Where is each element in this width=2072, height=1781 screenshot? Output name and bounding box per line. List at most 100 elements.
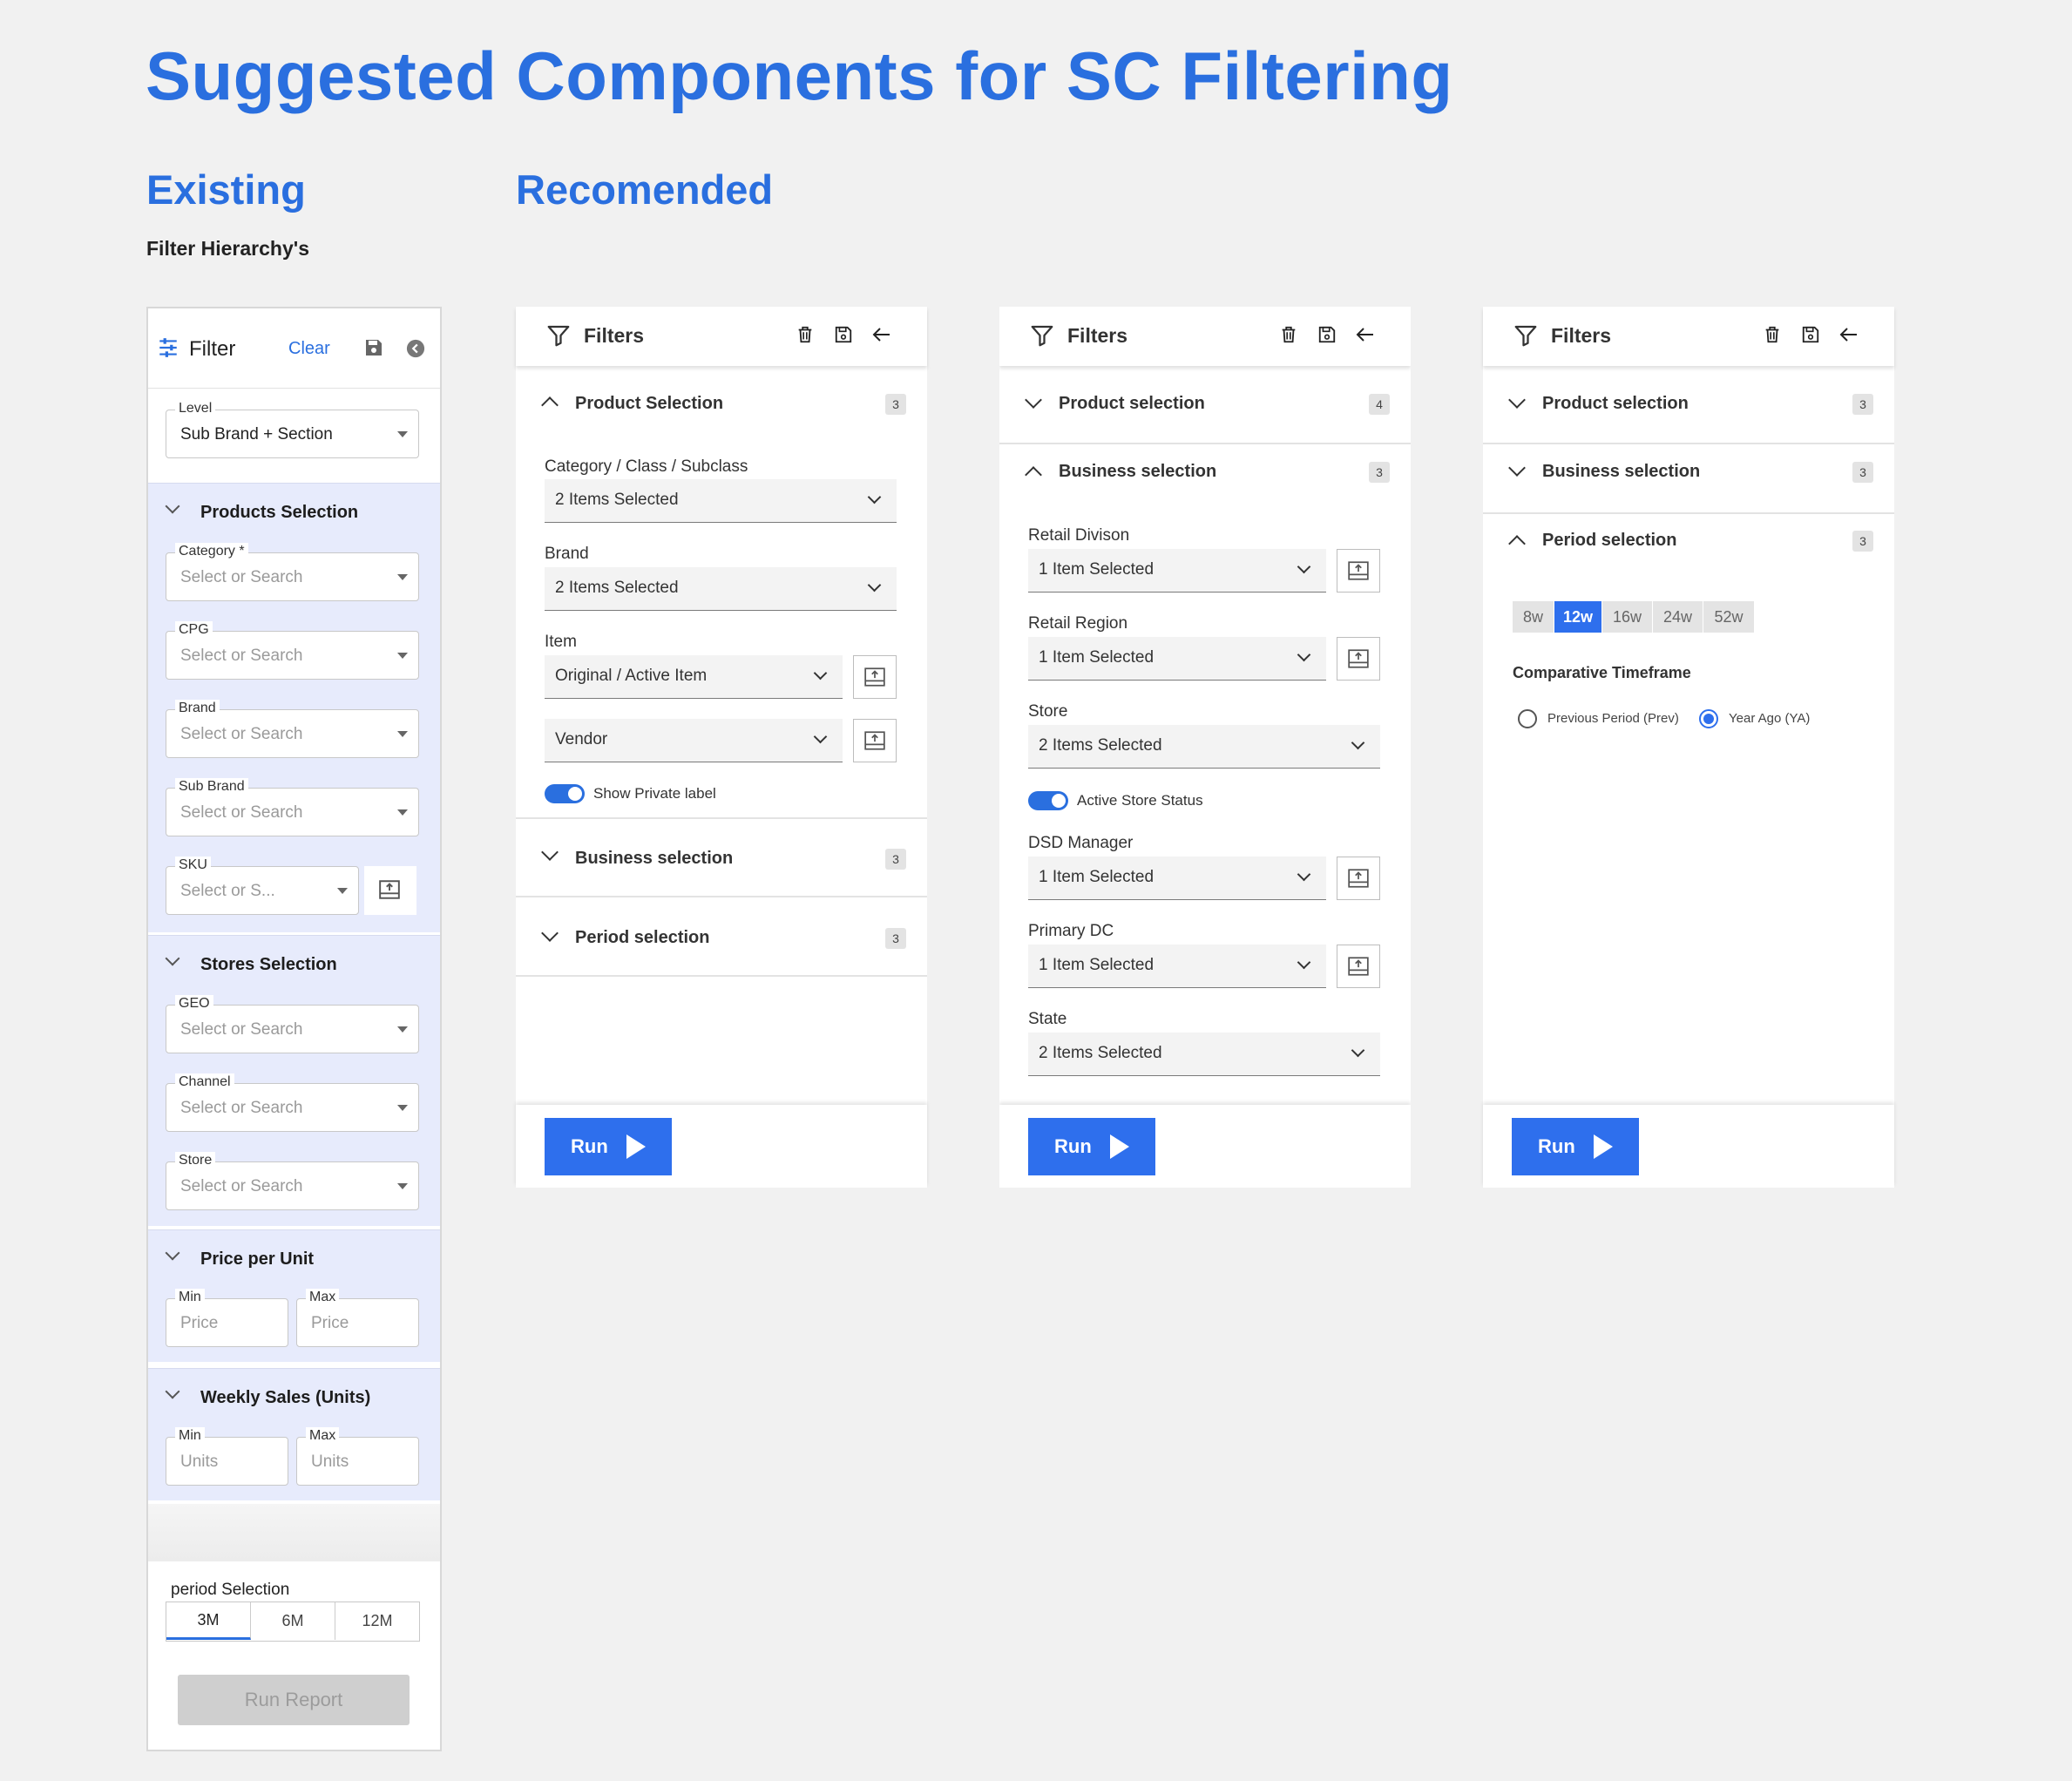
week-option-52w[interactable]: 52w [1703, 601, 1754, 633]
save-icon[interactable] [1801, 324, 1820, 345]
business-selection-title[interactable]: Business selection [575, 849, 733, 869]
brand-select[interactable]: 2 Items Selected [545, 567, 897, 611]
filters-title: Filters [1551, 324, 1612, 347]
price-max-label: Max [306, 1289, 340, 1306]
retail-division-select[interactable]: 1 Item Selected [1028, 549, 1326, 593]
trash-icon[interactable] [796, 324, 815, 345]
week-option-8w[interactable]: 8w [1513, 601, 1554, 633]
category-select[interactable]: 2 Items Selected [545, 479, 897, 523]
chevron-down-icon[interactable] [541, 924, 559, 942]
stores-selection-section: Stores Selection GEO Select or Search Ch… [148, 935, 440, 1226]
chevron-down-icon [1297, 867, 1311, 882]
week-option-12w[interactable]: 12w [1554, 601, 1602, 633]
play-icon [626, 1134, 646, 1159]
chevron-down-icon[interactable] [1508, 459, 1526, 477]
run-button[interactable]: Run [545, 1118, 672, 1175]
trash-icon[interactable] [1279, 324, 1298, 345]
chevron-down-icon[interactable] [165, 951, 180, 966]
dsd-manager-upload-button[interactable] [1337, 857, 1380, 900]
item-select[interactable]: Original / Active Item [545, 655, 843, 699]
product-selection-title[interactable]: Product Selection [575, 394, 723, 414]
chevron-down-icon[interactable] [165, 1384, 180, 1399]
run-label: Run [1054, 1135, 1092, 1157]
period-option-3m[interactable]: 3M [166, 1602, 251, 1640]
price-max-input[interactable]: Max Price [296, 1289, 419, 1347]
run-button[interactable]: Run [1512, 1118, 1639, 1175]
back-circle-icon[interactable] [406, 339, 425, 358]
product-selection-accordion[interactable]: Product selection 3 [1483, 376, 1894, 444]
chevron-down-icon[interactable] [165, 498, 180, 514]
retail-region-upload-button[interactable] [1337, 637, 1380, 681]
previous-period-radio[interactable] [1518, 709, 1537, 728]
retail-region-value: 1 Item Selected [1039, 648, 1154, 667]
year-ago-radio[interactable] [1699, 709, 1718, 728]
arrow-left-icon[interactable] [1354, 324, 1377, 345]
product-selection-accordion[interactable]: Product selection 4 [999, 376, 1411, 444]
clear-link[interactable]: Clear [288, 339, 330, 359]
product-selection-title[interactable]: Product selection [1059, 394, 1205, 414]
period-option-12m[interactable]: 12M [335, 1602, 419, 1640]
period-selection-title[interactable]: Period selection [575, 928, 710, 948]
chevron-up-icon[interactable] [1508, 535, 1526, 552]
chevron-down-icon[interactable] [165, 1245, 180, 1261]
sub-brand-select[interactable]: Sub Brand Select or Search [166, 778, 419, 836]
sku-select[interactable]: SKU Select or S... [166, 857, 359, 915]
units-max-input[interactable]: Max Units [296, 1427, 419, 1486]
dsd-manager-value: 1 Item Selected [1039, 868, 1154, 886]
save-icon[interactable] [363, 337, 384, 358]
chevron-up-icon[interactable] [541, 396, 559, 414]
dsd-manager-select[interactable]: 1 Item Selected [1028, 857, 1326, 900]
business-selection-title[interactable]: Business selection [1059, 462, 1216, 482]
save-icon[interactable] [834, 324, 853, 345]
period-selection-title[interactable]: Period selection [1542, 531, 1677, 551]
store-select[interactable]: 2 Items Selected [1028, 725, 1380, 769]
business-selection-accordion[interactable]: Business selection 3 [516, 821, 927, 897]
vendor-upload-button[interactable] [853, 719, 897, 762]
product-selection-title[interactable]: Product selection [1542, 394, 1689, 414]
chevron-up-icon[interactable] [1025, 466, 1042, 484]
year-ago-label: Year Ago (YA) [1729, 711, 1811, 726]
geo-select[interactable]: GEO Select or Search [166, 995, 419, 1053]
retail-region-select[interactable]: 1 Item Selected [1028, 637, 1326, 681]
price-min-input[interactable]: Min Price [166, 1289, 288, 1347]
channel-select[interactable]: Channel Select or Search [166, 1073, 419, 1132]
level-value: Sub Brand + Section [180, 425, 333, 444]
chevron-down-icon[interactable] [1508, 391, 1526, 409]
business-selection-accordion[interactable]: Business selection 3 [1483, 446, 1894, 514]
week-option-24w[interactable]: 24w [1653, 601, 1703, 633]
business-selection-title[interactable]: Business selection [1542, 462, 1700, 482]
run-button[interactable]: Run [1028, 1118, 1155, 1175]
previous-period-label: Previous Period (Prev) [1547, 711, 1679, 726]
comparative-timeframe-title: Comparative Timeframe [1513, 664, 1691, 681]
private-label-toggle[interactable] [545, 784, 585, 803]
save-icon[interactable] [1317, 324, 1337, 345]
period-selection-accordion[interactable]: Period selection 3 [516, 899, 927, 977]
filter-hierarchy-subheading: Filter Hierarchy's [146, 237, 309, 260]
category-select[interactable]: Category * Select or Search [166, 543, 419, 601]
chevron-down-icon[interactable] [1025, 391, 1042, 409]
arrow-left-icon[interactable] [870, 324, 893, 345]
vendor-select[interactable]: Vendor [545, 719, 843, 762]
week-option-16w[interactable]: 16w [1602, 601, 1653, 633]
sku-upload-button[interactable] [364, 866, 416, 915]
units-min-input[interactable]: Min Units [166, 1427, 288, 1486]
item-upload-button[interactable] [853, 655, 897, 699]
cpg-select[interactable]: CPG Select or Search [166, 621, 419, 680]
cpg-placeholder: Select or Search [180, 647, 303, 665]
state-select[interactable]: 2 Items Selected [1028, 1033, 1380, 1076]
run-report-button[interactable]: Run Report [178, 1675, 410, 1725]
retail-division-upload-button[interactable] [1337, 549, 1380, 593]
brand-select[interactable]: Brand Select or Search [166, 700, 419, 758]
chevron-down-icon[interactable] [541, 843, 559, 861]
period-option-6m[interactable]: 6M [251, 1602, 335, 1640]
store-label: Store [1028, 702, 1068, 721]
retail-division-value: 1 Item Selected [1039, 560, 1154, 579]
store-select[interactable]: Store Select or Search [166, 1152, 419, 1210]
arrow-left-icon[interactable] [1838, 324, 1860, 345]
primary-dc-select[interactable]: 1 Item Selected [1028, 945, 1326, 988]
level-select[interactable]: Level Sub Brand + Section [166, 400, 419, 458]
active-store-toggle[interactable] [1028, 791, 1068, 810]
recommended-panel-product: Filters Product Selection 3 Category / C… [516, 307, 927, 1188]
trash-icon[interactable] [1763, 324, 1782, 345]
primary-dc-upload-button[interactable] [1337, 945, 1380, 988]
